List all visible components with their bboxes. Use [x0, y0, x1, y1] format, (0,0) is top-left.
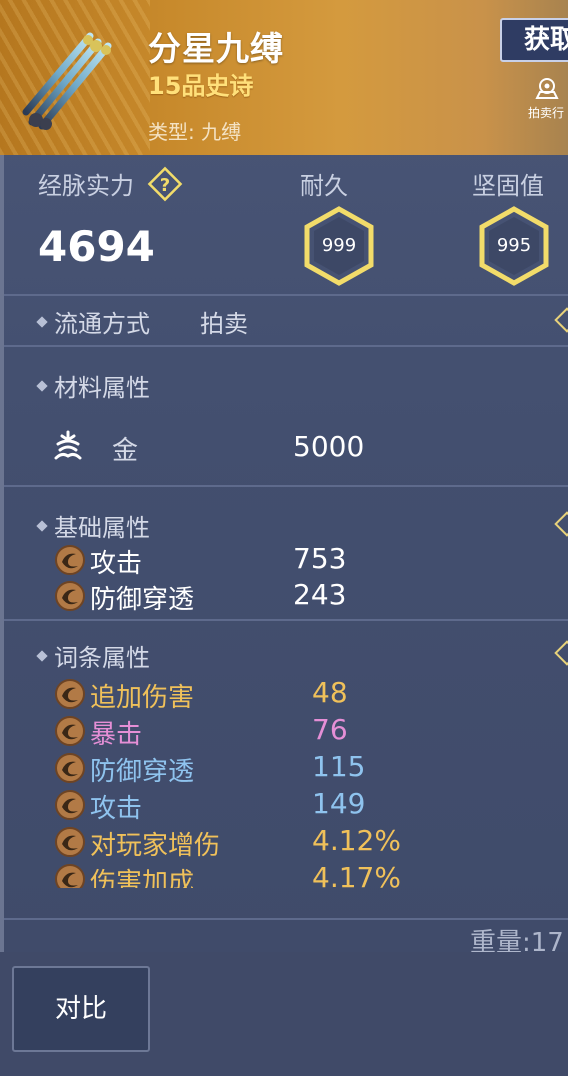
item-type: 类型: 九缚	[148, 116, 241, 145]
base-attribute-value: 753	[293, 542, 347, 575]
material-name: 金	[112, 436, 139, 466]
solidity-hexagon: 995	[478, 206, 550, 286]
expand-diamond-icon[interactable]	[554, 640, 568, 666]
divider	[4, 918, 568, 920]
bullet-diamond-icon	[36, 650, 48, 662]
bullet-diamond-icon	[36, 520, 48, 532]
attribute-orb-icon	[55, 827, 85, 857]
expand-diamond-icon[interactable]	[554, 307, 568, 333]
affix-attribute-value: 48	[312, 676, 348, 709]
base-attributes-title: 基础属性	[36, 508, 150, 543]
affix-attributes-title-text: 词条属性	[54, 644, 150, 672]
affix-attribute-value: 76	[312, 713, 348, 746]
divider	[4, 619, 568, 621]
attribute-orb-icon	[55, 545, 85, 575]
affix-attribute-name: 伤害加成	[90, 868, 195, 888]
material-title: 材料属性	[36, 368, 150, 403]
affix-attribute-name: 暴击	[90, 720, 143, 750]
affix-attribute-name: 对玩家增伤	[90, 831, 221, 861]
auction-house-icon	[535, 78, 559, 99]
durability-hexagon: 999	[303, 206, 375, 286]
attribute-orb-icon	[55, 864, 85, 888]
solidity-value: 995	[496, 235, 532, 256]
acquire-button[interactable]: 获取	[500, 18, 568, 62]
affix-attribute-row: 追加伤害 48	[54, 676, 534, 713]
base-attribute-name: 防御穿透	[90, 585, 195, 615]
durability-value: 999	[321, 235, 357, 256]
item-name: 分星九缚	[148, 29, 284, 68]
circulation-label: 流通方式	[54, 310, 150, 338]
circulation-title: 流通方式	[36, 304, 150, 339]
circulation-value: 拍卖	[200, 310, 248, 338]
material-value: 5000	[293, 430, 365, 463]
attribute-orb-icon	[55, 790, 85, 820]
affix-attribute-row: 攻击 149	[54, 787, 534, 824]
item-tooltip-panel: 分星九缚 15品史诗 类型: 九缚 获取 拍卖行 经脉实力 ? 耐久 坚固值 4…	[0, 0, 568, 1076]
attribute-orb-icon	[55, 716, 85, 746]
affix-attribute-value: 4.17%	[312, 861, 401, 888]
bullet-diamond-icon	[36, 316, 48, 328]
attribute-orb-icon	[55, 753, 85, 783]
base-attribute-value: 243	[293, 578, 347, 611]
affix-attribute-name: 攻击	[90, 794, 143, 824]
item-type-label: 类型:	[148, 120, 195, 144]
compare-button[interactable]: 对比	[12, 966, 150, 1052]
divider	[4, 345, 568, 347]
power-label-text: 经脉实力	[38, 172, 134, 200]
svg-text:?: ?	[159, 175, 169, 196]
base-attribute-row: 防御穿透 243	[54, 578, 534, 615]
divider	[4, 485, 568, 487]
item-grade: 15品史诗	[148, 72, 254, 100]
base-attribute-row: 攻击 753	[54, 542, 534, 579]
affix-attribute-value: 149	[312, 787, 366, 820]
affix-attribute-value: 115	[312, 750, 366, 783]
base-attribute-name: 攻击	[90, 549, 143, 579]
expand-diamond-icon[interactable]	[554, 511, 568, 537]
affix-attribute-row: 对玩家增伤 4.12%	[54, 824, 534, 861]
affix-attribute-list[interactable]: 追加伤害 48 暴击 76 防御穿透 115 攻击 149 对玩家增伤 4.12…	[0, 676, 568, 888]
item-type-value: 九缚	[201, 120, 242, 144]
attribute-orb-icon	[55, 581, 85, 611]
solidity-label: 坚固值	[472, 172, 544, 200]
power-value: 4694	[38, 222, 155, 271]
base-attributes-title-text: 基础属性	[54, 514, 150, 542]
metal-element-icon	[54, 430, 82, 460]
auction-house-link[interactable]: 拍卖行	[528, 76, 568, 121]
help-question-icon[interactable]: ?	[146, 165, 184, 203]
bullet-diamond-icon	[36, 380, 48, 392]
material-title-text: 材料属性	[54, 374, 150, 402]
durability-label: 耐久	[300, 172, 348, 200]
power-label: 经脉实力 ?	[38, 166, 184, 206]
affix-attributes-title: 词条属性	[36, 638, 150, 673]
item-header: 分星九缚 15品史诗 类型: 九缚 获取 拍卖行	[0, 0, 568, 155]
affix-attribute-row: 伤害加成 4.17%	[54, 861, 534, 888]
affix-attribute-name: 防御穿透	[90, 757, 195, 787]
affix-attribute-row: 防御穿透 115	[54, 750, 534, 787]
auction-house-label: 拍卖行	[528, 106, 565, 120]
affix-attribute-value: 4.12%	[312, 824, 401, 857]
attribute-orb-icon	[55, 679, 85, 709]
affix-attribute-name: 追加伤害	[90, 683, 195, 713]
affix-attribute-row: 暴击 76	[54, 713, 534, 750]
divider	[4, 294, 568, 296]
item-image-icon	[22, 32, 112, 130]
